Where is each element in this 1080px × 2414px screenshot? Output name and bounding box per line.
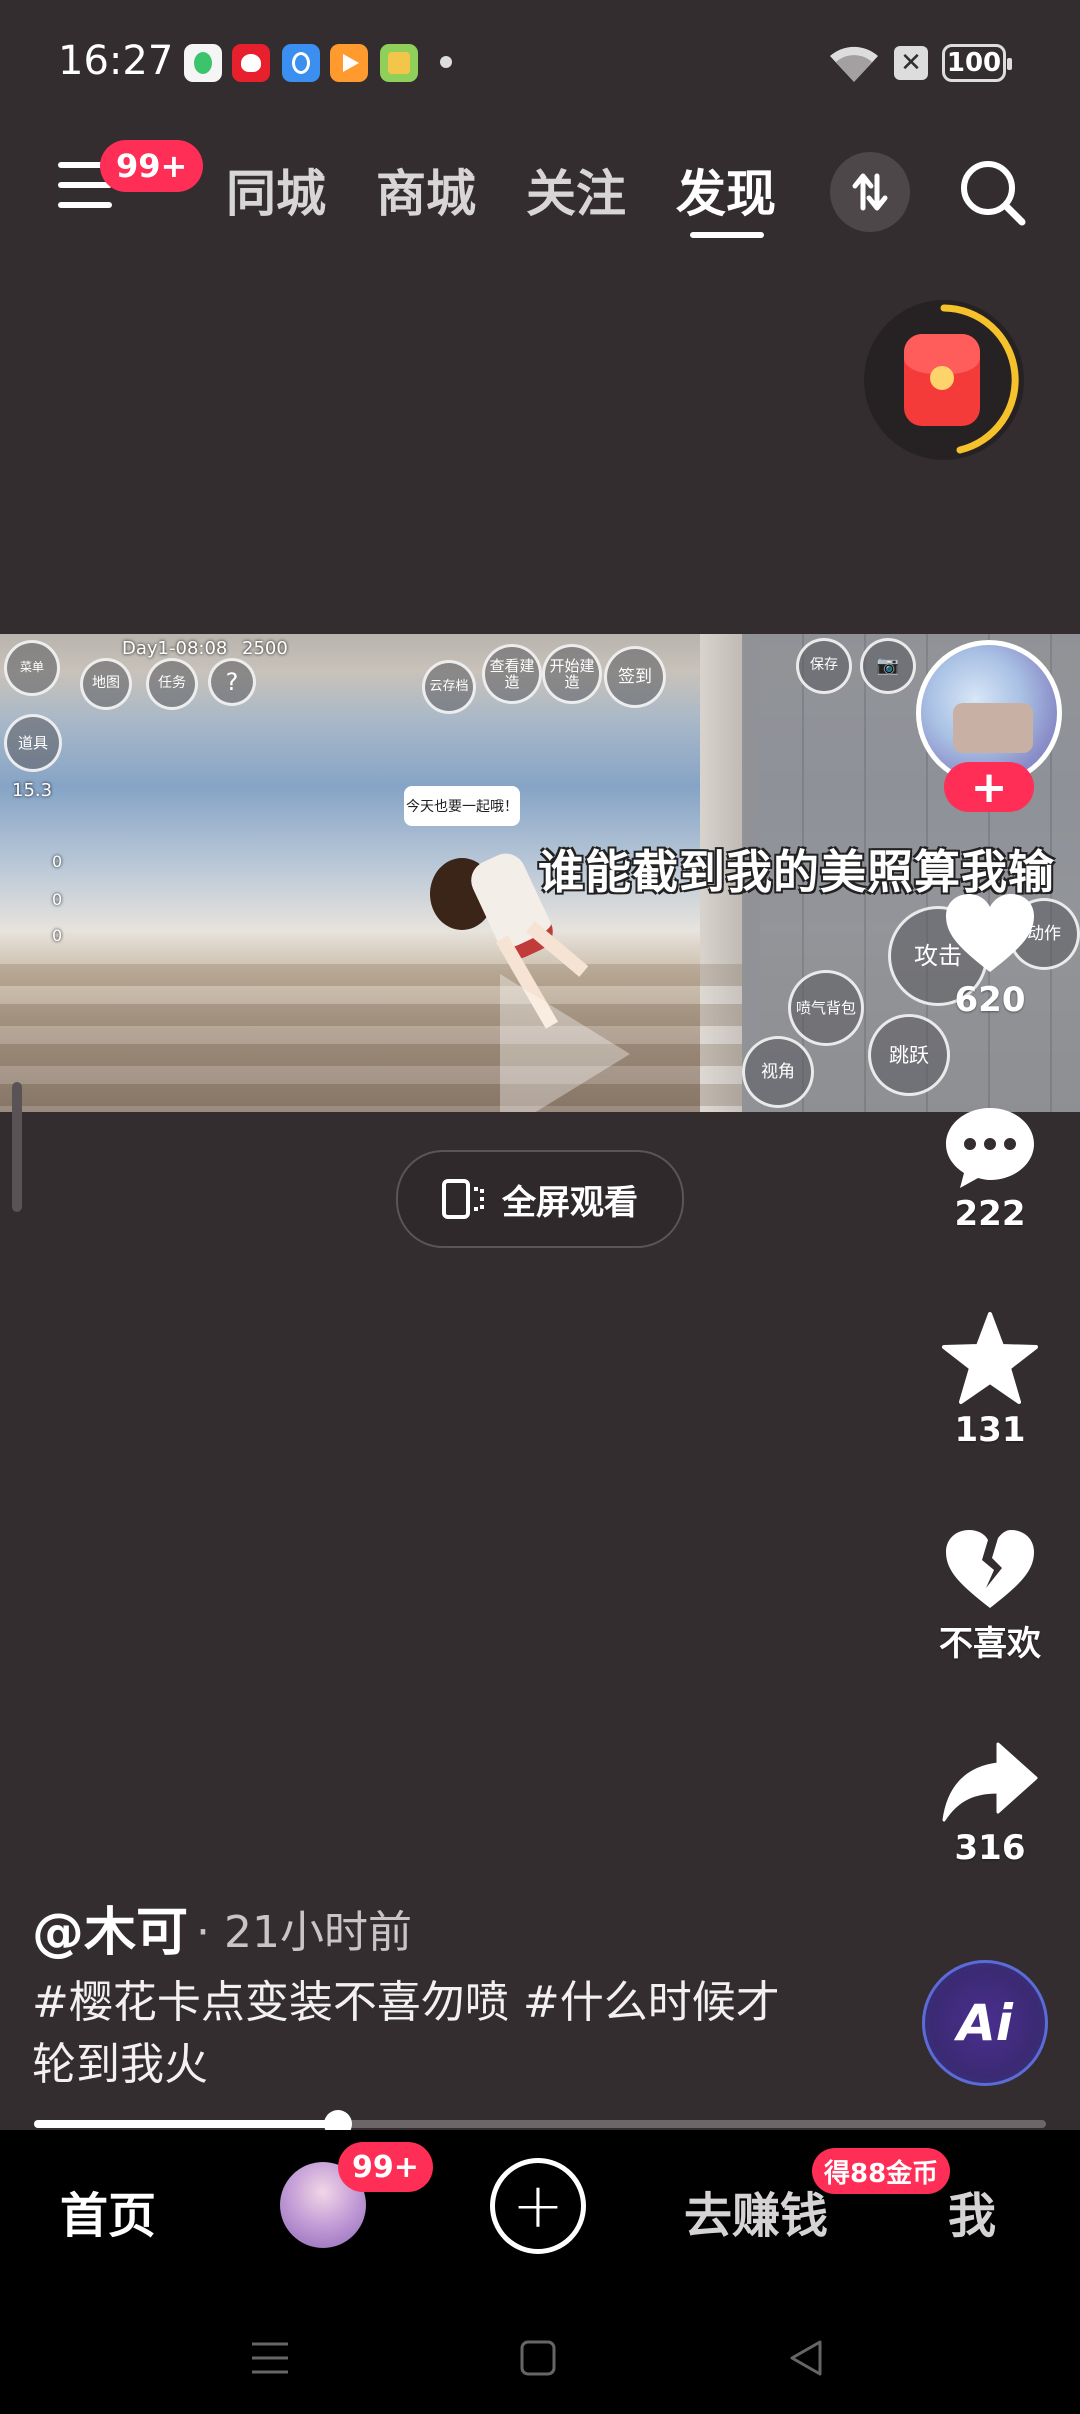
game-help-button: ? bbox=[208, 658, 256, 706]
game-counter: 0 bbox=[52, 852, 63, 871]
post-time: · 21小时前 bbox=[196, 1907, 412, 1958]
switch-mode-button[interactable] bbox=[830, 152, 910, 232]
red-envelope-icon bbox=[904, 334, 980, 426]
game-view-build-button: 查看建造 bbox=[482, 644, 542, 704]
game-props-button: 道具 bbox=[4, 714, 62, 772]
app-notification-icon bbox=[380, 44, 418, 82]
fullscreen-button[interactable]: 全屏观看 bbox=[396, 1150, 684, 1248]
tab-mall[interactable]: 商城 bbox=[376, 154, 476, 226]
home-icon[interactable] bbox=[518, 2338, 558, 2378]
play-icon[interactable] bbox=[480, 964, 640, 1112]
game-counter: 0 bbox=[52, 890, 63, 909]
swap-arrows-icon bbox=[852, 173, 888, 211]
game-sign-in-button: 签到 bbox=[604, 646, 666, 708]
game-money-label: 2500 bbox=[242, 638, 288, 659]
fullscreen-icon bbox=[442, 1179, 484, 1219]
app-notification-icon bbox=[330, 44, 368, 82]
tab-same-city[interactable]: 同城 bbox=[226, 154, 326, 226]
heart-icon bbox=[946, 894, 1034, 972]
post-description[interactable]: #樱花卡点变装不喜勿喷 #什么时候才轮到我火 bbox=[32, 1972, 792, 2096]
tab-discover[interactable]: 发现 bbox=[676, 154, 776, 226]
share-button[interactable]: 316 bbox=[910, 1740, 1070, 1868]
broken-heart-icon bbox=[946, 1530, 1034, 1608]
game-cloud-button: 云存档 bbox=[422, 660, 476, 714]
follow-button[interactable]: + bbox=[944, 762, 1034, 813]
search-icon[interactable] bbox=[956, 156, 1028, 228]
nav-earn[interactable]: 去赚钱 bbox=[684, 2176, 828, 2246]
progress-fill bbox=[34, 2120, 338, 2128]
game-camera-icon: 📷 bbox=[860, 638, 916, 694]
like-button[interactable]: 620 bbox=[910, 890, 1070, 1020]
video-progress-bar[interactable] bbox=[34, 2110, 1046, 2138]
create-button[interactable]: + bbox=[490, 2158, 586, 2254]
comment-count: 222 bbox=[954, 1194, 1026, 1234]
tab-following[interactable]: 关注 bbox=[526, 154, 626, 226]
game-jump-button: 跳跃 bbox=[868, 1014, 950, 1096]
star-icon bbox=[942, 1312, 1038, 1404]
game-view-angle-button: 视角 bbox=[742, 1036, 814, 1108]
game-map-button: 地图 bbox=[80, 658, 132, 710]
recents-icon[interactable] bbox=[250, 2338, 290, 2378]
comment-icon bbox=[946, 1108, 1034, 1188]
dislike-button[interactable]: 不喜欢 bbox=[910, 1526, 1070, 1665]
app-notification-icon bbox=[282, 44, 320, 82]
game-menu-button: 菜单 bbox=[4, 640, 60, 696]
more-notifications-dot bbox=[440, 56, 452, 68]
favorite-count: 131 bbox=[954, 1410, 1026, 1450]
game-counter: 0 bbox=[52, 926, 63, 945]
back-icon[interactable] bbox=[786, 2338, 826, 2378]
system-navigation-bar bbox=[0, 2280, 1080, 2414]
comment-button[interactable]: 222 bbox=[910, 1104, 1070, 1234]
share-arrow-icon bbox=[942, 1742, 1038, 1822]
dislike-label: 不喜欢 bbox=[939, 1624, 1041, 1664]
status-time: 16:27 bbox=[58, 38, 174, 84]
game-day-label: Day1-08:08 bbox=[122, 638, 228, 659]
status-bar: 16:27 ✕ 100 bbox=[0, 0, 1080, 120]
friends-badge: 99+ bbox=[338, 2142, 433, 2192]
game-jetpack-button: 喷气背包 bbox=[788, 970, 864, 1046]
game-start-build-button: 开始建造 bbox=[542, 644, 602, 704]
battery-icon: 100 bbox=[942, 44, 1012, 82]
wifi-icon bbox=[830, 46, 878, 82]
menu-badge: 99+ bbox=[100, 140, 204, 192]
game-stat-value: 15.3 bbox=[12, 780, 53, 801]
fullscreen-label: 全屏观看 bbox=[502, 1182, 638, 1223]
active-tab-indicator bbox=[690, 232, 764, 238]
ai-assistant-button[interactable]: Ai bbox=[922, 1960, 1048, 2086]
game-task-button: 任务 bbox=[146, 658, 198, 710]
share-count: 316 bbox=[954, 1828, 1026, 1868]
like-count: 620 bbox=[954, 980, 1026, 1020]
speech-bubble: 今天也要一起哦！ bbox=[404, 786, 520, 826]
coin-badge: 得88金币 bbox=[812, 2148, 951, 2194]
red-packet-widget[interactable] bbox=[864, 300, 1024, 460]
author-name[interactable]: @木可 bbox=[32, 1890, 188, 1965]
sim-off-icon: ✕ bbox=[894, 46, 928, 80]
app-notification-icon bbox=[232, 44, 270, 82]
game-save-button: 保存 bbox=[796, 638, 852, 694]
nav-me[interactable]: 我 bbox=[948, 2176, 996, 2246]
side-scroll-handle[interactable] bbox=[12, 1082, 22, 1212]
favorite-button[interactable]: 131 bbox=[910, 1310, 1070, 1450]
nav-home[interactable]: 首页 bbox=[60, 2176, 156, 2246]
app-notification-icon bbox=[184, 44, 222, 82]
